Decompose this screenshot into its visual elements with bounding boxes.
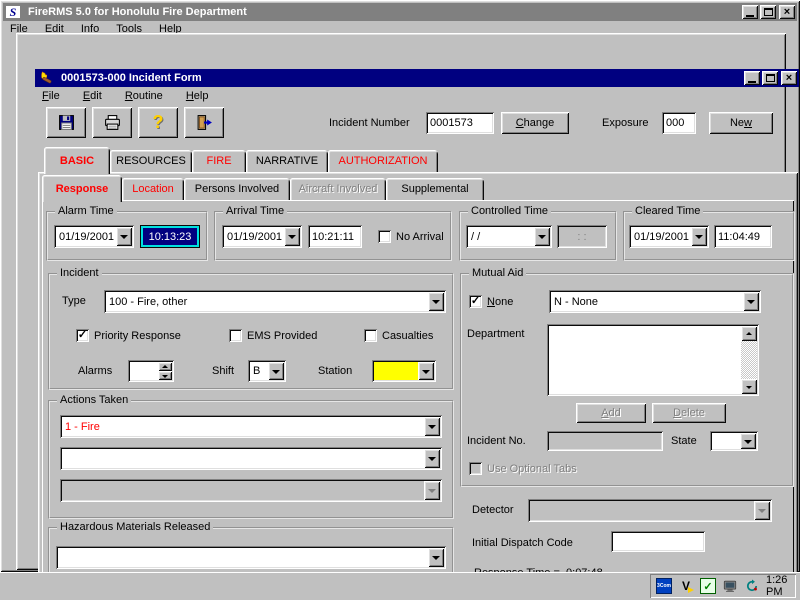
tab-authorization[interactable]: AUTHORIZATION [328,150,438,172]
firerms-app-icon: S [5,5,21,19]
tab-supplemental[interactable]: Supplemental [386,178,484,200]
outer-titlebar: S FireRMS 5.0 for Honolulu Fire Departme… [3,3,797,21]
outer-menu-help[interactable]: Help [159,23,182,33]
print-button[interactable] [92,107,132,138]
exit-icon [196,114,213,131]
refresh-icon[interactable] [744,578,760,594]
tab-response[interactable]: Response [42,175,122,202]
form-minimize-button[interactable] [744,71,760,85]
form-window-title: 0001573-000 Incident Form [61,72,202,84]
tab-resources[interactable]: RESOURCES [110,150,192,172]
flame-icon [38,71,54,86]
incident-number-label: Incident Number [329,117,410,129]
taskbar-clock: 1:26 PM [766,574,790,598]
exposure-field[interactable]: 000 [662,112,696,134]
save-button[interactable] [46,107,86,138]
form-close-button[interactable]: × [781,71,797,85]
exit-button[interactable] [184,107,224,138]
outer-window-title: FireRMS 5.0 for Honolulu Fire Department [28,6,247,18]
outer-menubar: File Edit Info Tools Help [10,23,510,33]
incident-form-window: 0001573-000 Incident Form × File Edit Ro… [16,33,786,570]
menu-routine[interactable]: Routine [125,90,163,102]
outer-menu-info[interactable]: Info [81,23,99,33]
menu-edit[interactable]: Edit [83,90,102,102]
tab-fire[interactable]: FIRE [192,150,246,172]
system-tray: 3Com V ✓ 1:26 PM [650,574,796,598]
screen: S FireRMS 5.0 for Honolulu Fire Departme… [0,0,800,600]
form-maximize-button[interactable] [762,71,778,85]
close-button[interactable]: × [779,5,795,19]
new-button[interactable]: New [709,112,773,134]
check-icon[interactable]: ✓ [700,578,716,594]
form-menubar: File Edit Routine Help [42,90,222,104]
3com-icon[interactable]: 3Com [656,578,672,594]
menu-help[interactable]: Help [186,90,209,102]
outer-menu-edit[interactable]: Edit [45,23,64,33]
print-icon [104,114,121,131]
menu-file[interactable]: File [42,90,60,102]
taskbar: Start Inbox - Microsoft Outlook S FireRM… [0,572,800,600]
response-tab-panel [42,200,794,594]
exposure-label: Exposure [602,117,648,129]
tab-aircraft-involved: Aircraft Involved [290,178,386,200]
save-icon [58,114,75,131]
change-button[interactable]: Change [501,112,569,134]
outer-menu-file[interactable]: File [10,23,28,33]
minimize-button[interactable] [742,5,758,19]
help-icon: ? [153,112,164,133]
outer-menu-tools[interactable]: Tools [116,23,142,33]
tab-narrative[interactable]: NARRATIVE [246,150,328,172]
tab-persons-involved[interactable]: Persons Involved [184,178,290,200]
virus-shield-icon[interactable]: V [678,578,694,594]
incident-number-field[interactable]: 0001573 [426,112,494,134]
tab-location[interactable]: Location [122,178,184,200]
display-icon[interactable] [722,578,738,594]
help-button[interactable]: ? [138,107,178,138]
tab-basic[interactable]: BASIC [44,147,110,174]
maximize-button[interactable] [760,5,776,19]
form-titlebar: 0001573-000 Incident Form × [35,69,799,87]
